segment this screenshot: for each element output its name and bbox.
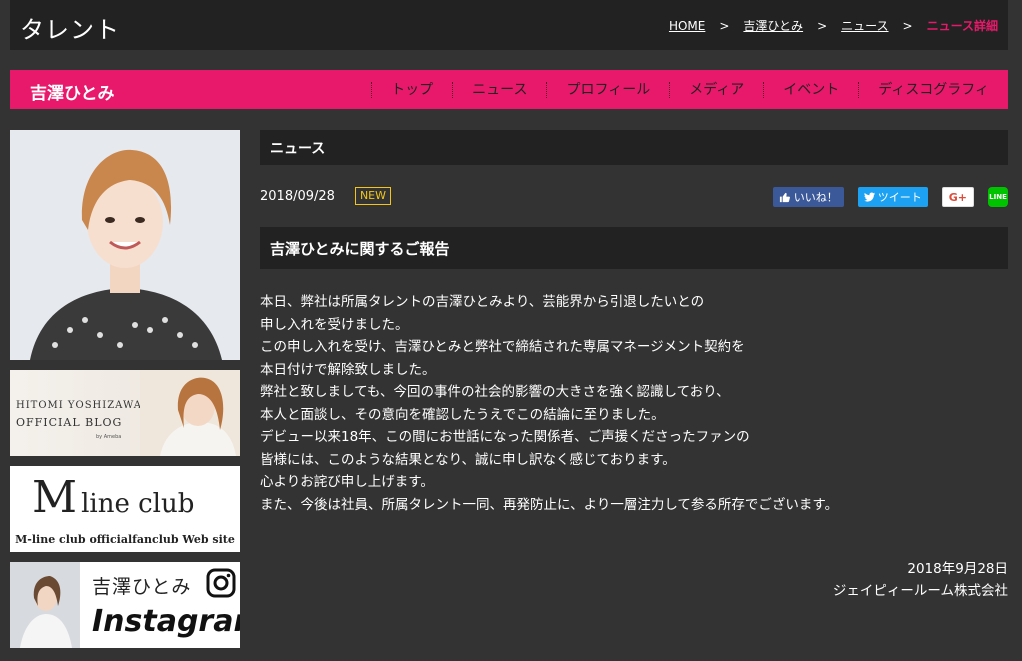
top-header: タレント HOME > 吉澤ひとみ > ニュース > ニュース詳細 [10,0,1008,50]
breadcrumb-current: ニュース詳細 [926,19,998,33]
nav-item-media[interactable]: メディア [669,81,763,98]
talent-nav-menu: トップ ニュース プロフィール メディア イベント ディスコグラフィ [371,70,1008,109]
breadcrumb-news-link[interactable]: ニュース [841,17,888,34]
mline-club-logo: Mline club [32,472,194,523]
article-body-line: 心よりお詫び申し上げます。 [260,474,434,490]
new-badge: NEW [354,187,391,205]
article-title: 吉澤ひとみに関するご報告 [260,227,1008,269]
facebook-like-button[interactable]: いいね！ [772,187,844,207]
facebook-like-label: いいね！ [793,191,838,204]
instagram-banner-word: Instagram [92,604,240,639]
article-body-line: この申し入れを受け、吉澤ひとみと弊社で締結された専属マネージメント契約を [260,339,745,355]
thumbs-up-icon [779,192,790,202]
nav-item-event[interactable]: イベント [763,81,858,98]
article-signature: 2018年9月28日 ジェイピィールーム株式会社 [833,558,1008,602]
profile-photo [10,130,240,360]
main-content: ニュース 2018/09/28 NEW いいね！ ツイート G+ LINE 吉澤… [260,130,1008,599]
talent-name: 吉澤ひとみ [30,84,115,104]
article-body-line: 弊社と致しましても、今回の事件の社会的影響の大きさを強く認識しており、 [260,384,730,400]
article-body-line: また、今後は社員、所属タレント一同、再発防止に、より一層注力して参る所存でござい… [260,496,839,513]
nav-item-top[interactable]: トップ [371,81,452,98]
twitter-tweet-button[interactable]: ツイート [857,187,928,207]
article-body: 本日、弊社は所属タレントの吉澤ひとみより、芸能界から引退したいとの 申し入れを受… [260,291,1008,516]
breadcrumb-separator: > [719,18,730,33]
blog-banner-title-line1: HITOMI YOSHIZAWA [16,400,142,411]
breadcrumb: HOME > 吉澤ひとみ > ニュース > ニュース詳細 [669,17,998,34]
line-share-button[interactable]: LINE [988,187,1008,207]
google-plus-button[interactable]: G+ [941,187,974,207]
mline-club-subtitle: M-line club officialfanclub Web site [15,533,235,546]
news-section-heading: ニュース [260,130,1008,165]
mline-logo-m: M [32,472,78,523]
blog-banner-photo [140,370,240,456]
signature-date: 2018年9月28日 [907,561,1008,577]
nav-item-discography[interactable]: ディスコグラフィ [858,81,1008,98]
mline-club-banner[interactable]: Mline club M-line club officialfanclub W… [10,466,240,552]
instagram-photo-illustration [10,562,80,648]
signature-company: ジェイピィールーム株式会社 [832,583,1008,599]
article-body-line: 本日、弊社は所属タレントの吉澤ひとみより、芸能界から引退したいとの [260,294,705,310]
breadcrumb-separator: > [902,18,913,33]
article-meta-row: 2018/09/28 NEW いいね！ ツイート G+ LINE [260,165,1008,227]
article-body-line: 本日付けで解除致しました。 [260,361,436,378]
sidebar: HITOMI YOSHIZAWA OFFICIAL BLOG by Ameba … [10,130,240,648]
section-title: タレント [20,16,120,44]
talent-nav-bar: 吉澤ひとみ トップ ニュース プロフィール メディア イベント ディスコグラフィ [10,70,1008,109]
mline-logo-text: line club [81,489,195,519]
google-plus-icon: G+ [948,190,967,204]
breadcrumb-talent-link[interactable]: 吉澤ひとみ [743,17,803,34]
instagram-icon [206,568,236,598]
breadcrumb-home-link[interactable]: HOME [669,19,705,33]
article-body-line: 本人と面談し、その意向を確認したうえでこの結論に至りました。 [260,406,665,423]
nav-item-news[interactable]: ニュース [452,81,546,98]
article-body-line: 皆様には、このような結果となり、誠に申し訳なく感じております。 [260,451,676,468]
blog-banner-sub: by Ameba [96,434,122,440]
article-body-line: デビュー以来18年、この間にお世話になった関係者、ご声援くださったファンの [260,429,750,445]
twitter-tweet-label: ツイート [877,191,922,204]
share-buttons: いいね！ ツイート G+ LINE [759,187,1008,207]
instagram-banner[interactable]: 吉澤ひとみ Instagram [10,562,240,648]
twitter-bird-icon [863,192,875,202]
instagram-banner-name: 吉澤ひとみ [92,576,192,598]
blog-banner-title-line2: OFFICIAL BLOG [16,416,123,429]
instagram-banner-photo [10,562,80,648]
line-icon: LINE [989,193,1007,201]
breadcrumb-separator: > [817,18,828,33]
nav-item-profile[interactable]: プロフィール [546,81,669,98]
profile-photo-illustration [10,130,240,360]
official-blog-banner[interactable]: HITOMI YOSHIZAWA OFFICIAL BLOG by Ameba [10,370,240,456]
article-body-line: 申し入れを受けました。 [260,316,409,333]
article-date: 2018/09/28 [260,188,335,204]
